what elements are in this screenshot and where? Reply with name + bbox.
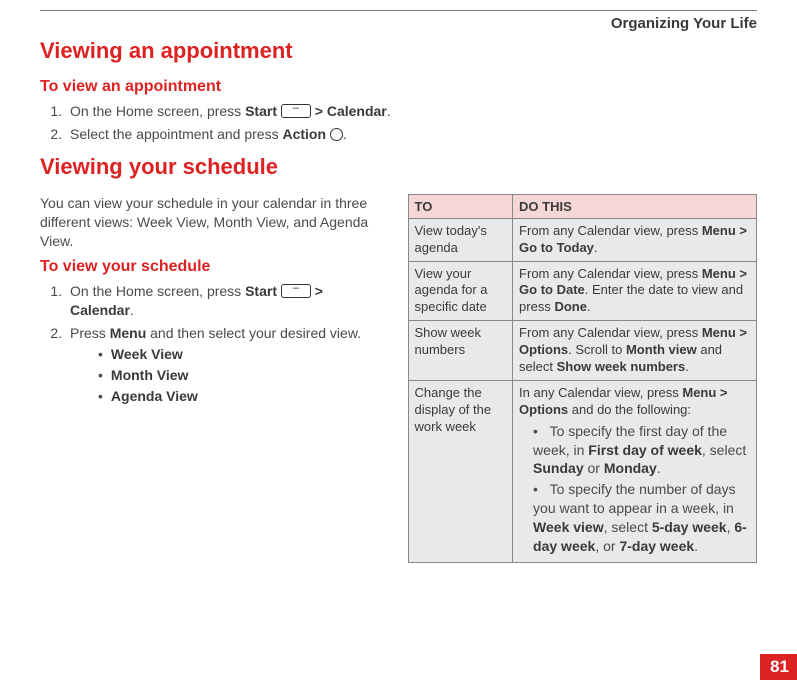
step-1: On the Home screen, press Start > Calend… [66, 102, 757, 121]
list-item: To specify the number of days you want t… [533, 480, 750, 556]
heading-viewing-appointment: Viewing an appointment [40, 38, 757, 64]
table-header-row: TO DO THIS [408, 194, 757, 218]
table-header-to: TO [408, 194, 513, 218]
table-row: View today's agenda From any Calendar vi… [408, 218, 757, 261]
table-header-do: DO THIS [513, 194, 757, 218]
view-option-week: Week View [98, 345, 390, 364]
page-number-tab: 81 [760, 654, 797, 680]
steps-view-schedule: On the Home screen, press Start > Calend… [40, 282, 390, 405]
table-cell-to: Change the display of the work week [408, 380, 513, 562]
view-option-agenda: Agenda View [98, 387, 390, 406]
softkey-icon [281, 104, 311, 118]
workweek-options-list: To specify the first day of the week, in… [519, 422, 750, 556]
schedule-intro-text: You can view your schedule in your calen… [40, 194, 390, 251]
table-row: Change the display of the work week In a… [408, 380, 757, 562]
heading-viewing-schedule: Viewing your schedule [40, 154, 757, 180]
table-row: View your agenda for a specific date Fro… [408, 261, 757, 321]
schedule-step-1: On the Home screen, press Start > Calend… [66, 282, 390, 320]
subheading-to-view-appointment: To view an appointment [40, 78, 757, 96]
table-cell-do: In any Calendar view, press Menu > Optio… [513, 380, 757, 562]
action-button-icon [330, 128, 343, 141]
view-option-month: Month View [98, 366, 390, 385]
chapter-title: Organizing Your Life [40, 15, 757, 32]
list-item: To specify the first day of the week, in… [533, 422, 750, 479]
step-2: Select the appointment and press Action … [66, 125, 757, 144]
schedule-step-2: Press Menu and then select your desired … [66, 324, 390, 406]
table-cell-do: From any Calendar view, press Menu > Opt… [513, 321, 757, 381]
softkey-icon [281, 284, 311, 298]
steps-view-appointment: On the Home screen, press Start > Calend… [40, 102, 757, 144]
table-row: Show week numbers From any Calendar view… [408, 321, 757, 381]
table-cell-to: Show week numbers [408, 321, 513, 381]
table-cell-do: From any Calendar view, press Menu > Go … [513, 261, 757, 321]
table-cell-do: From any Calendar view, press Menu > Go … [513, 218, 757, 261]
view-options-list: Week View Month View Agenda View [70, 345, 390, 406]
schedule-actions-table: TO DO THIS View today's agenda From any … [408, 194, 758, 563]
subheading-to-view-schedule: To view your schedule [40, 258, 390, 276]
table-cell-to: View today's agenda [408, 218, 513, 261]
table-cell-to: View your agenda for a specific date [408, 261, 513, 321]
